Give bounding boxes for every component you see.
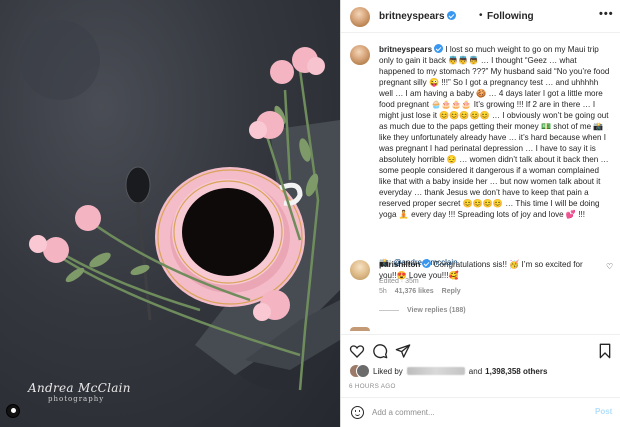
photographer-watermark: Andrea McClain photography	[28, 381, 131, 403]
caption-username-text[interactable]: britneyspears	[379, 45, 432, 54]
replies-divider	[379, 309, 399, 311]
liked-by-suffix: and	[468, 366, 483, 376]
liked-by-avatars[interactable]	[349, 364, 370, 378]
author-username-text[interactable]: britneyspears	[379, 11, 445, 22]
view-replies-text[interactable]: View replies (188)	[407, 307, 466, 314]
post-photo: Andrea McClain photography	[0, 0, 340, 427]
avatar[interactable]	[350, 260, 370, 280]
avatar[interactable]	[350, 45, 370, 65]
verified-badge-icon	[446, 11, 456, 20]
tagged-user-icon[interactable]	[6, 404, 20, 418]
liked-by: Liked by and 1,398,358 others	[349, 364, 547, 378]
comment-username[interactable]: parishilton	[379, 259, 432, 269]
comment-icon[interactable]	[372, 343, 388, 359]
following-button[interactable]: Following	[487, 11, 534, 22]
separator-dot: •	[479, 10, 483, 21]
avatar[interactable]	[350, 7, 370, 27]
verified-badge-icon	[422, 259, 432, 268]
comment-like-heart-icon[interactable]: ♡	[606, 262, 613, 271]
caption-username[interactable]: britneyspears	[379, 44, 444, 54]
comment-input[interactable]	[372, 405, 582, 420]
comment-username-text[interactable]: parishilton	[379, 260, 420, 269]
heart-icon[interactable]	[349, 343, 365, 359]
comment-meta: 5h 41,376 likes Reply	[379, 288, 461, 295]
share-icon[interactable]	[395, 343, 411, 359]
coffee-flowers-image	[20, 20, 340, 391]
caption-text: britneyspears I lost so much weight to g…	[379, 44, 611, 220]
more-options-icon[interactable]: •••	[599, 8, 614, 20]
bookmark-icon[interactable]	[597, 343, 613, 359]
caption-body: I lost so much weight to go on my Maui t…	[379, 45, 610, 219]
emoji-icon[interactable]	[351, 406, 364, 419]
post-comment-button[interactable]: Post	[595, 407, 612, 416]
comment-time: 5h	[379, 288, 387, 295]
comment-likes[interactable]: 41,376 likes	[395, 288, 434, 295]
post-time-ago: 6 HOURS AGO	[349, 383, 396, 390]
likes-count-link[interactable]: 1,398,358 others	[485, 367, 547, 376]
watermark-name: Andrea McClain	[28, 381, 131, 395]
blurred-username[interactable]	[406, 367, 465, 375]
comment-text: parishilton Congratulations sis!! 🥳 I’m …	[379, 259, 597, 281]
post-header: britneyspears • Following •••	[341, 0, 620, 33]
add-comment-bar: Post	[341, 397, 620, 427]
watermark-sub: photography	[48, 395, 105, 403]
liked-by-prefix: Liked by	[373, 366, 403, 376]
verified-badge-icon	[434, 44, 444, 53]
author-username[interactable]: britneyspears	[379, 11, 456, 22]
reply-button[interactable]: Reply	[442, 288, 461, 295]
post-side-panel: britneyspears • Following ••• britneyspe…	[340, 0, 620, 427]
view-replies-button[interactable]: View replies (188)	[379, 307, 466, 314]
next-comment-avatar	[350, 327, 370, 331]
post-actions: Liked by and 1,398,358 others 6 HOURS AG…	[341, 334, 620, 394]
